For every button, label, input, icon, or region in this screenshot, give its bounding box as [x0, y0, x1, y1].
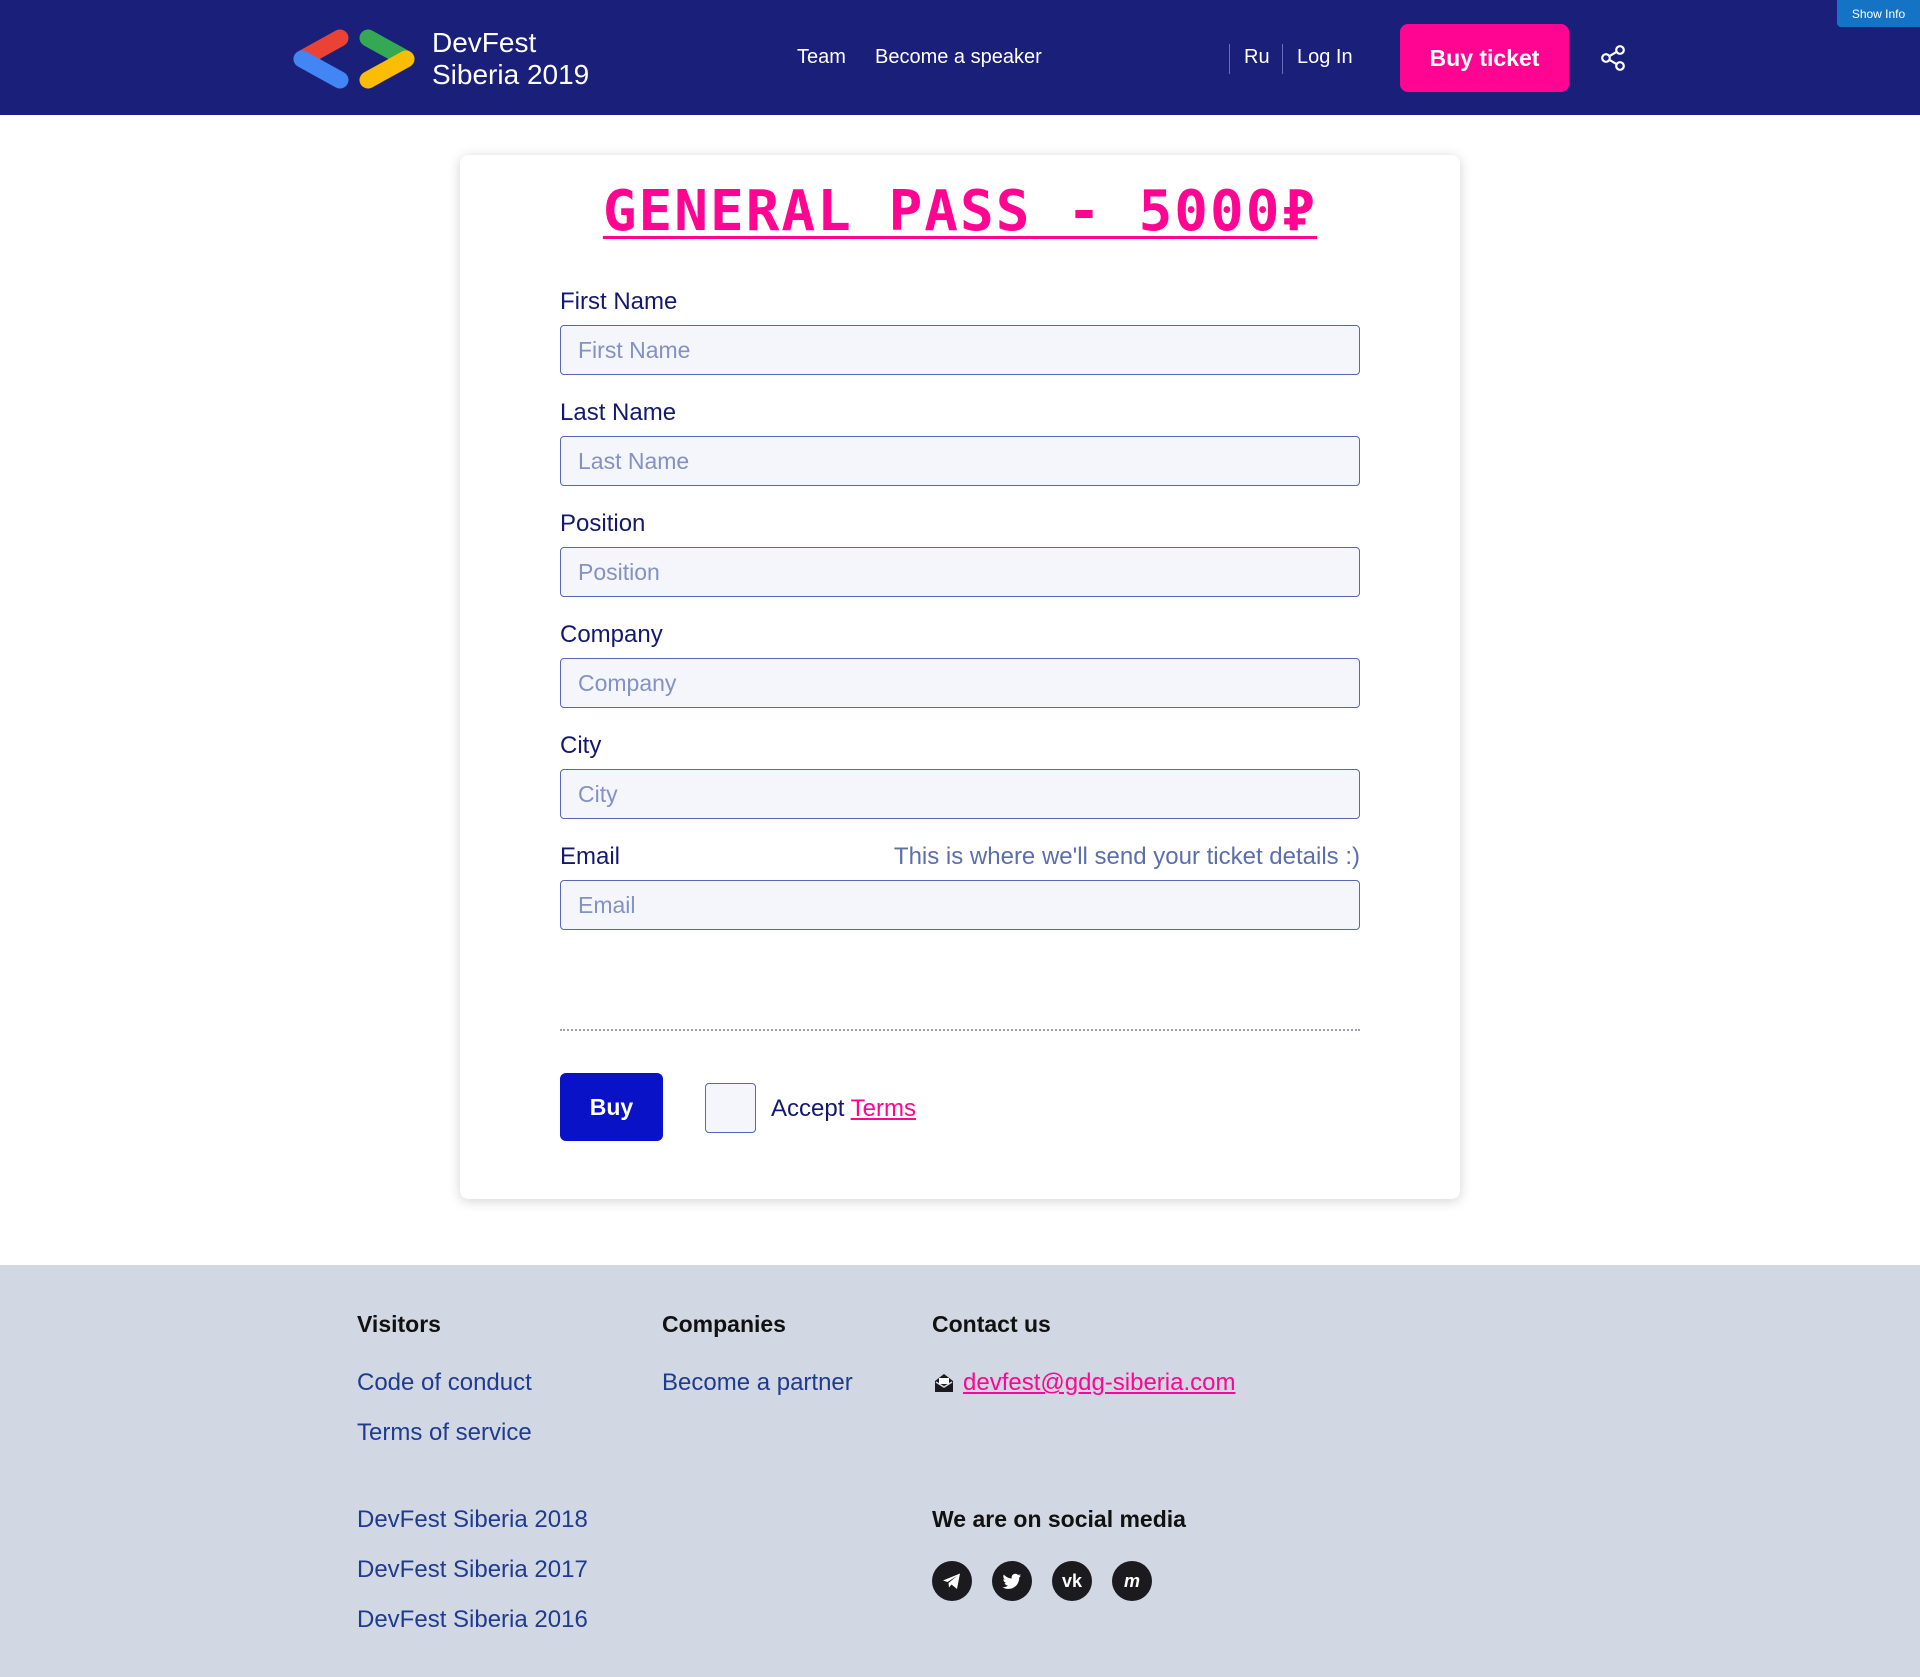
footer-social-heading: We are on social media — [932, 1506, 1186, 1532]
nav-divider — [1282, 44, 1283, 74]
nav-divider — [1229, 44, 1230, 74]
become-partner-link[interactable]: Become a partner — [662, 1369, 853, 1397]
email-hint: This is where we'll send your ticket det… — [893, 843, 1360, 870]
logo-line-1: DevFest — [432, 27, 537, 58]
devfest-logo-icon — [293, 29, 415, 89]
twitter-icon[interactable] — [992, 1561, 1032, 1601]
city-input[interactable] — [560, 769, 1360, 819]
ticket-form-card: GENERAL PASS - 5000₽ First Name Last Nam… — [460, 155, 1460, 1199]
form-divider — [560, 1029, 1360, 1031]
last-name-label: Last Name — [560, 399, 677, 426]
footer-contact-heading: Contact us — [932, 1311, 1051, 1337]
footer-companies-heading: Companies — [662, 1311, 786, 1337]
language-switch[interactable]: Ru — [1244, 46, 1270, 69]
nav-become-speaker[interactable]: Become a speaker — [875, 46, 1042, 69]
terms-of-service-link[interactable]: Terms of service — [357, 1419, 532, 1447]
email-input[interactable] — [560, 880, 1360, 930]
first-name-input[interactable] — [560, 325, 1360, 375]
email-label: Email — [560, 843, 621, 870]
position-label: Position — [560, 510, 646, 537]
vk-icon[interactable]: vk — [1052, 1561, 1092, 1601]
site-header: DevFest Siberia 2019 Team Become a speak… — [0, 0, 1920, 115]
site-footer: Visitors Code of conduct Terms of servic… — [0, 1265, 1920, 1677]
company-input[interactable] — [560, 658, 1360, 708]
devfest-2017-link[interactable]: DevFest Siberia 2017 — [357, 1556, 588, 1584]
contact-email-link[interactable]: devfest@gdg-siberia.com — [963, 1369, 1235, 1397]
last-name-input[interactable] — [560, 436, 1360, 486]
show-info-button[interactable]: Show Info — [1837, 0, 1920, 27]
devfest-2018-link[interactable]: DevFest Siberia 2018 — [357, 1506, 588, 1534]
code-of-conduct-link[interactable]: Code of conduct — [357, 1369, 532, 1397]
terms-link[interactable]: Terms — [851, 1095, 916, 1122]
buy-button[interactable]: Buy — [560, 1073, 663, 1141]
devfest-2016-link[interactable]: DevFest Siberia 2016 — [357, 1606, 588, 1634]
city-label: City — [560, 732, 602, 759]
mail-icon — [935, 1374, 953, 1392]
accept-text: Accept — [771, 1095, 845, 1122]
company-label: Company — [560, 621, 663, 648]
share-icon[interactable] — [1600, 44, 1626, 72]
logo-line-2: Siberia 2019 — [432, 59, 590, 90]
devfest-logo[interactable]: DevFest Siberia 2019 — [290, 26, 620, 92]
accept-terms-label: Accept Terms — [771, 1095, 916, 1123]
accept-terms-checkbox[interactable] — [705, 1083, 756, 1133]
logo-text: DevFest Siberia 2019 — [432, 27, 589, 91]
buy-ticket-button[interactable]: Buy ticket — [1400, 24, 1569, 92]
nav-team[interactable]: Team — [797, 46, 846, 69]
meetup-icon[interactable]: m — [1112, 1561, 1152, 1601]
footer-visitors-heading: Visitors — [357, 1311, 441, 1337]
pass-title: GENERAL PASS - 5000₽ — [602, 179, 1318, 244]
first-name-label: First Name — [560, 288, 678, 315]
login-link[interactable]: Log In — [1297, 46, 1353, 69]
position-input[interactable] — [560, 547, 1360, 597]
telegram-icon[interactable] — [932, 1561, 972, 1601]
